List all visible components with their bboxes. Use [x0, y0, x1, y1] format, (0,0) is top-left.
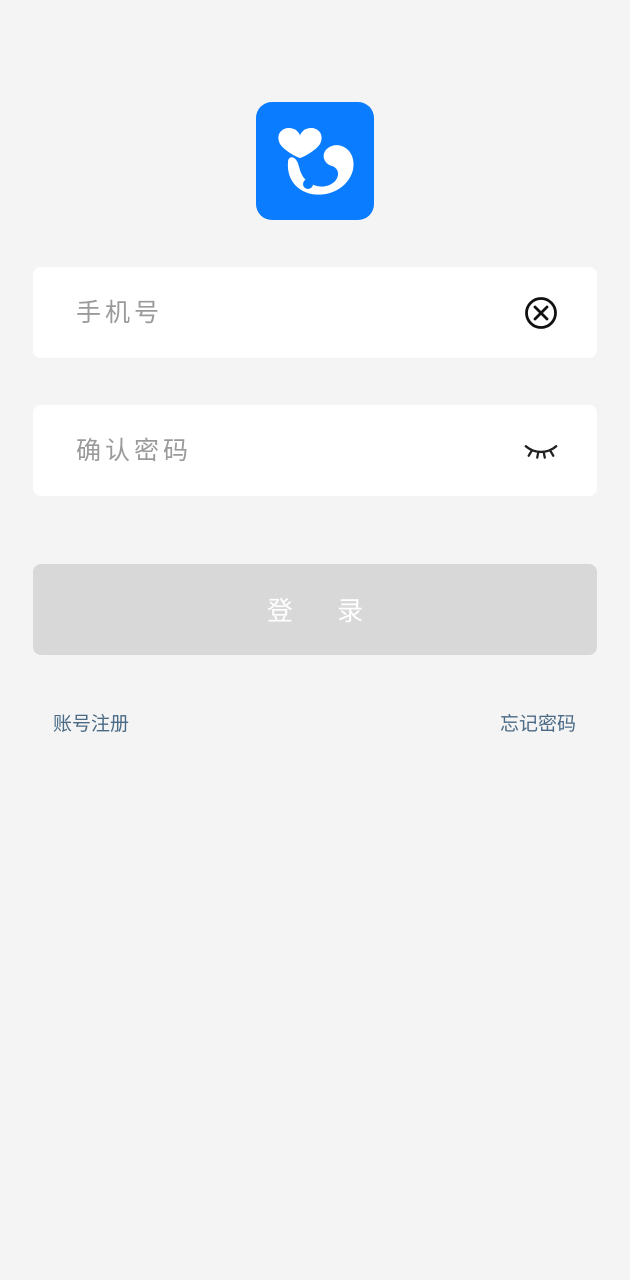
- password-field: [33, 405, 597, 496]
- phone-field: [33, 267, 597, 358]
- eye-closed-icon[interactable]: [523, 433, 559, 469]
- password-input[interactable]: [76, 420, 496, 481]
- register-link[interactable]: 账号注册: [53, 709, 129, 736]
- forgot-password-link[interactable]: 忘记密码: [500, 709, 576, 736]
- login-button[interactable]: 登 录: [33, 564, 597, 655]
- phone-input[interactable]: [76, 282, 496, 343]
- login-screen: 登 录 账号注册 忘记密码: [0, 0, 630, 1280]
- app-logo-icon: [256, 102, 374, 220]
- clear-circle-x-icon[interactable]: [523, 295, 559, 331]
